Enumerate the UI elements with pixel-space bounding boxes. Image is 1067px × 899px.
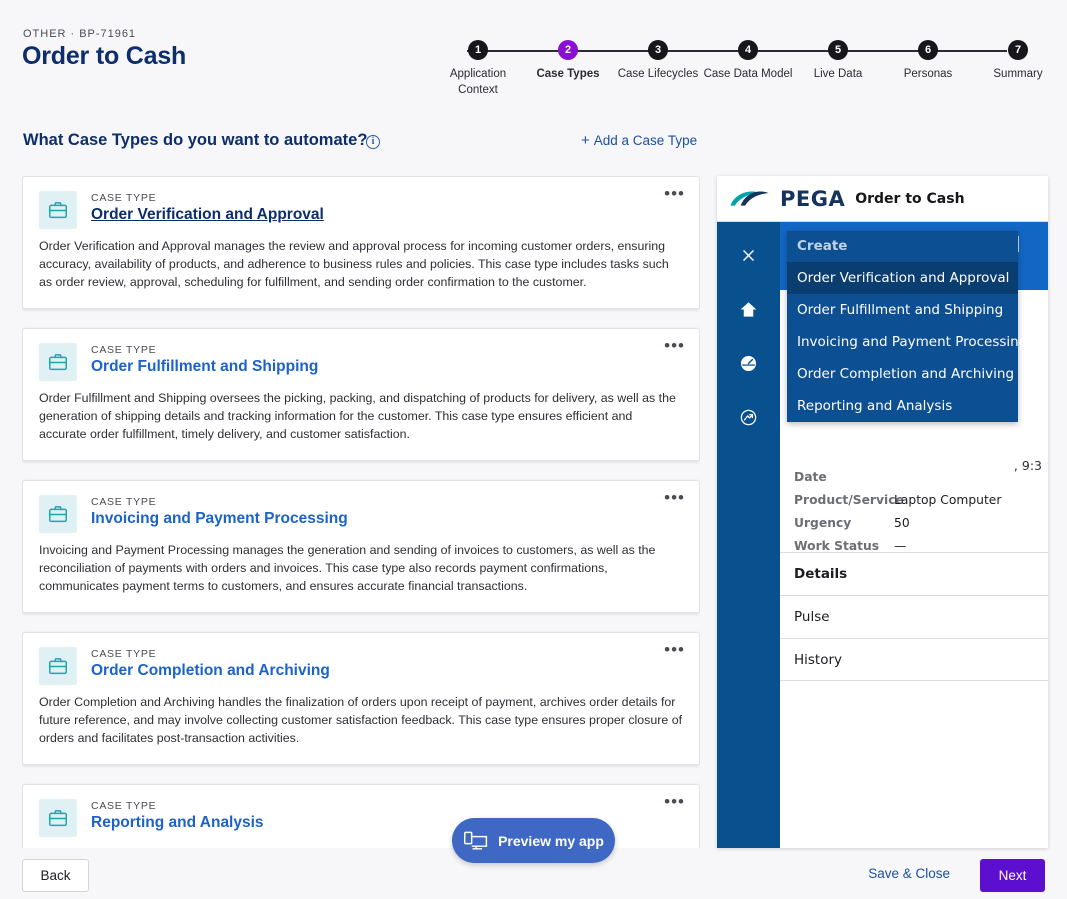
step-label: Application Context: [449, 68, 507, 96]
add-case-type-label: Add a Case Type: [593, 133, 698, 148]
tab-details[interactable]: Details: [780, 552, 1048, 595]
field-value: 50: [894, 516, 910, 530]
card-description: Order Fulfillment and Shipping oversees …: [39, 390, 676, 441]
case-type-card[interactable]: ••• CASE TYPE Invoicing and Payment Proc…: [22, 479, 700, 613]
card-menu-icon[interactable]: •••: [664, 337, 685, 354]
preview-app-header: PEGA Order to Cash: [717, 176, 1048, 222]
card-kicker: CASE TYPE: [91, 192, 157, 204]
dropdown-item-order-verification-and-approval[interactable]: Order Verification and Approval: [787, 262, 1018, 294]
step-label: Live Data: [813, 68, 863, 80]
step-number: 1: [468, 40, 488, 60]
case-type-list: ••• CASE TYPE Order Verification and App…: [22, 176, 700, 848]
step-number: 5: [828, 40, 848, 60]
field-label: Work Status: [794, 539, 880, 553]
step-label: Summary: [993, 68, 1043, 80]
step-label: Case Types: [536, 68, 600, 80]
card-description: Order Verification and Approval manages …: [39, 239, 669, 289]
dropdown-item-invoicing-and-payment-processing[interactable]: Invoicing and Payment Processing: [787, 326, 1027, 358]
card-menu-icon[interactable]: •••: [664, 489, 685, 506]
field-row: Product/Service Laptop Computer: [794, 493, 1048, 516]
preview-my-app-label: Preview my app: [498, 832, 604, 849]
briefcase-icon: [39, 646, 77, 685]
dashboard-icon[interactable]: [717, 342, 780, 384]
add-case-type-button[interactable]: + Add a Case Type: [581, 132, 697, 149]
field-value: Laptop Computer: [894, 493, 1002, 507]
home-icon[interactable]: [717, 288, 780, 330]
card-description: Order Completion and Archiving handles t…: [39, 694, 683, 745]
preview-app-name: Order to Cash: [855, 190, 965, 207]
dropdown-item-order-completion-and-archiving[interactable]: Order Completion and Archiving: [787, 358, 1018, 390]
card-kicker: CASE TYPE: [91, 799, 157, 812]
step-case-types[interactable]: 2 Case Types: [520, 40, 616, 83]
dropdown-item-order-fulfillment-and-shipping[interactable]: Order Fulfillment and Shipping: [787, 294, 1018, 326]
case-type-link[interactable]: Invoicing and Payment Processing: [91, 510, 348, 528]
briefcase-icon: [39, 342, 77, 381]
field-row: Urgency 50: [794, 516, 1048, 539]
card-description: Invoicing and Payment Processing manages…: [39, 542, 656, 593]
step-personas[interactable]: 6 Personas: [880, 40, 976, 83]
step-live-data[interactable]: 5 Live Data: [790, 40, 886, 83]
case-type-link[interactable]: Order Fulfillment and Shipping: [91, 358, 318, 376]
close-icon[interactable]: [717, 234, 780, 276]
step-number: 3: [648, 40, 668, 60]
preview-tab-list: Details Pulse History: [780, 552, 1048, 681]
preview-my-app-button[interactable]: Preview my app: [452, 818, 615, 863]
step-case-lifecycles[interactable]: 3 Case Lifecycles: [610, 40, 706, 83]
briefcase-icon: [39, 798, 77, 837]
wizard-page: OTHER · BP-71961 Order to Cash 1 Applica…: [0, 0, 1067, 899]
card-kicker: CASE TYPE: [91, 495, 157, 508]
card-kicker: CASE TYPE: [91, 343, 157, 356]
pega-brand-label: PEGA: [780, 186, 846, 211]
case-type-link[interactable]: Order Completion and Archiving: [91, 662, 330, 680]
card-menu-icon[interactable]: •••: [664, 793, 685, 810]
dropdown-item-reporting-and-analysis[interactable]: Reporting and Analysis: [787, 390, 1018, 422]
tab-pulse[interactable]: Pulse: [780, 595, 1048, 638]
card-kicker: CASE TYPE: [91, 647, 157, 660]
case-type-card[interactable]: ••• CASE TYPE Order Completion and Archi…: [22, 631, 700, 765]
tab-history[interactable]: History: [780, 638, 1048, 681]
page-title: Order to Cash: [22, 42, 187, 70]
step-application-context[interactable]: 1 Application Context: [430, 40, 526, 98]
field-value: —: [894, 539, 907, 553]
save-and-close-button[interactable]: Save & Close: [868, 866, 950, 881]
back-button[interactable]: Back: [22, 859, 89, 892]
section-title: What Case Types do you want to automate?: [23, 131, 368, 149]
card-menu-icon[interactable]: •••: [664, 641, 685, 658]
step-label: Case Lifecycles: [617, 68, 699, 80]
plus-icon: +: [581, 132, 590, 149]
page-header: OTHER · BP-71961 Order to Cash 1 Applica…: [0, 0, 1067, 112]
step-case-data-model[interactable]: 4 Case Data Model: [700, 40, 796, 83]
case-type-card[interactable]: ••• CASE TYPE Order Fulfillment and Ship…: [22, 327, 700, 461]
card-menu-icon[interactable]: •••: [664, 185, 685, 202]
next-button[interactable]: Next: [980, 859, 1045, 892]
preview-side-rail: [717, 222, 780, 848]
field-row: Date: [794, 470, 1048, 493]
pega-logo-icon: [730, 190, 769, 206]
case-type-card[interactable]: ••• CASE TYPE Order Verification and App…: [22, 176, 700, 309]
dropdown-header: Create: [797, 238, 848, 254]
info-icon[interactable]: i: [366, 135, 380, 149]
step-summary[interactable]: 7 Summary: [970, 40, 1066, 83]
briefcase-icon: [39, 191, 77, 229]
breadcrumb: OTHER · BP-71961: [23, 28, 137, 40]
step-number: 7: [1008, 40, 1028, 60]
field-label: Urgency: [794, 516, 852, 530]
monitor-device-icon: [464, 831, 488, 850]
trending-icon[interactable]: [717, 396, 780, 438]
preview-field-list: Date Product/Service Laptop Computer Urg…: [794, 470, 1048, 562]
create-case-dropdown: Create Order Verification and Approval O…: [787, 231, 1027, 422]
case-type-link[interactable]: Reporting and Analysis: [91, 814, 264, 832]
wizard-stepper: 1 Application Context 2 Case Types 3 Cas…: [430, 40, 1043, 106]
case-type-link[interactable]: Order Verification and Approval: [91, 206, 324, 224]
step-number: 2: [558, 40, 578, 60]
step-number: 6: [918, 40, 938, 60]
briefcase-icon: [39, 494, 77, 533]
field-label: Product/Service: [794, 493, 904, 507]
field-label: Date: [794, 470, 827, 484]
section-header: What Case Types do you want to automate?…: [0, 131, 1067, 165]
step-number: 4: [738, 40, 758, 60]
step-label: Personas: [903, 68, 953, 80]
step-label: Case Data Model: [703, 68, 793, 80]
